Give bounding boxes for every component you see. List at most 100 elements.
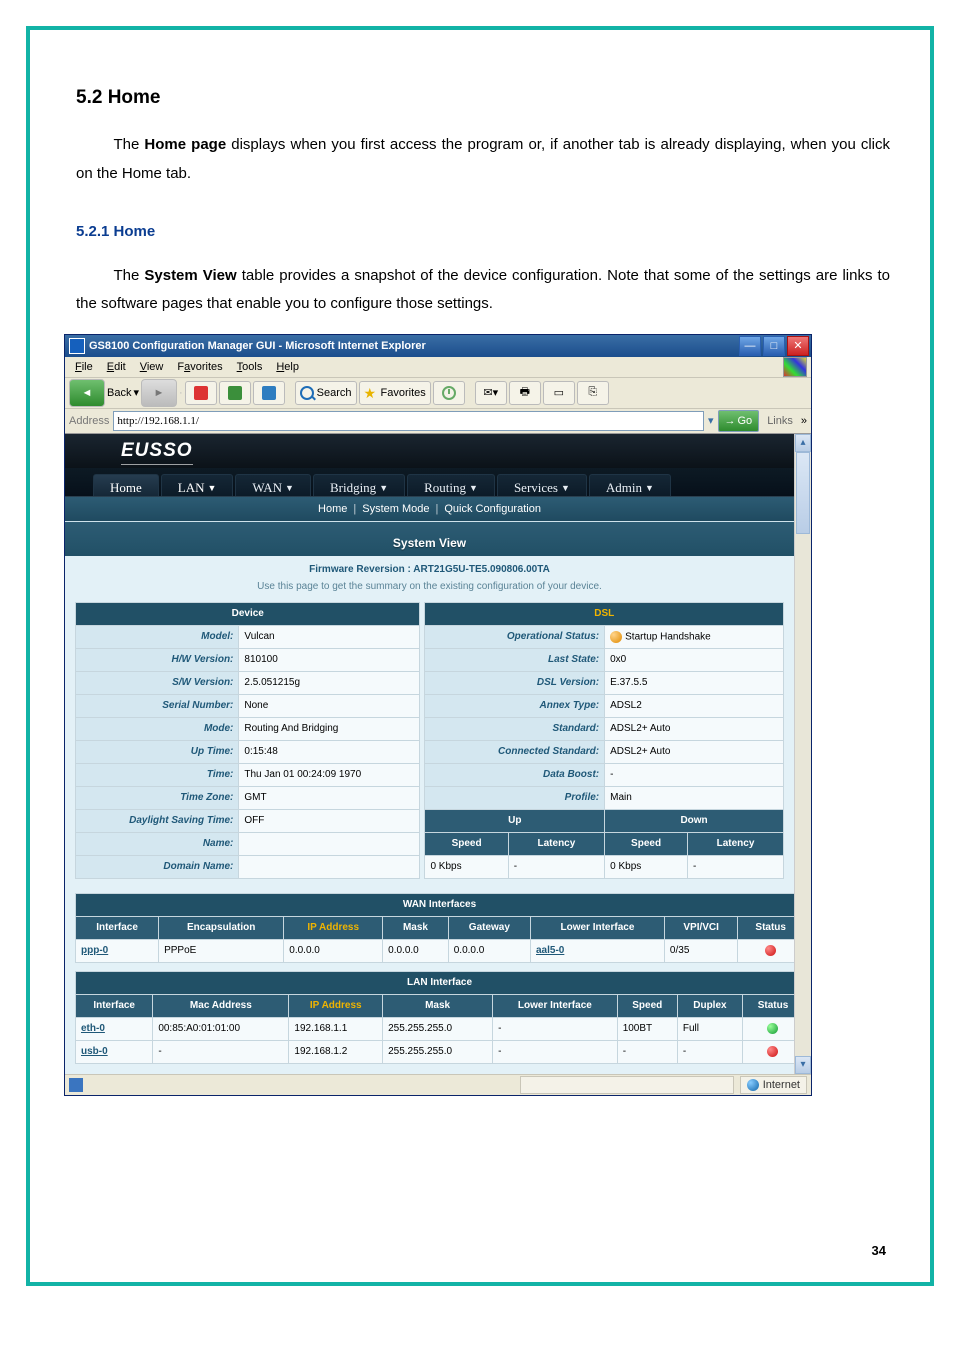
history-icon — [442, 386, 456, 400]
up-header: Up — [425, 809, 605, 832]
firmware-line: Firmware Reversion : ART21G5U-TE5.090806… — [65, 556, 794, 579]
main-tabs: Home LAN▼ WAN▼ Bridging▼ Routing▼ Servic… — [65, 468, 794, 497]
menu-favorites[interactable]: Favorites — [171, 360, 228, 374]
tab-lan[interactable]: LAN▼ — [161, 474, 234, 496]
table-row: 0 Kbps-0 Kbps- — [425, 855, 784, 878]
lan-usb-link[interactable]: usb-0 — [76, 1040, 153, 1063]
stop-button[interactable] — [185, 381, 217, 405]
search-button[interactable]: Search — [295, 381, 357, 405]
status-bar: Internet — [65, 1074, 811, 1095]
favorites-icon — [364, 386, 378, 400]
tab-admin[interactable]: Admin▼ — [589, 474, 671, 496]
table-row: Data Boost:- — [425, 763, 784, 786]
address-dropdown[interactable]: ▾ — [708, 414, 714, 427]
wan-iface-link[interactable]: ppp-0 — [76, 939, 159, 962]
scroll-down-button[interactable]: ▾ — [795, 1056, 811, 1074]
search-icon — [300, 386, 314, 400]
ie-screenshot: GS8100 Configuration Manager GUI - Micro… — [64, 334, 890, 1096]
table-row: Daylight Saving Time:OFF — [76, 809, 420, 832]
lan-table: LAN Interface Interface Mac Address IP A… — [75, 971, 804, 1064]
table-row: Time:Thu Jan 01 00:24:09 1970 — [76, 763, 420, 786]
table-row: Model:Vulcan — [76, 625, 420, 648]
vertical-scrollbar[interactable]: ▴ ▾ — [794, 434, 811, 1074]
menu-help[interactable]: Help — [270, 360, 305, 374]
go-button[interactable]: →Go — [718, 410, 760, 432]
address-label: Address — [69, 415, 109, 427]
stop-icon — [194, 386, 208, 400]
menu-view[interactable]: View — [134, 360, 170, 374]
close-button[interactable]: ✕ — [787, 336, 809, 356]
tab-routing[interactable]: Routing▼ — [407, 474, 495, 496]
sub-nav: Home | System Mode | Quick Configuration — [65, 497, 794, 521]
wan-header: WAN Interfaces — [76, 893, 804, 916]
lan-eth-link[interactable]: eth-0 — [76, 1017, 153, 1040]
history-button[interactable] — [433, 381, 465, 405]
table-row: Time Zone:GMT — [76, 786, 420, 809]
home-page-bold: Home page — [144, 136, 226, 153]
subsection-heading: 5.2.1 Home — [76, 218, 890, 247]
menu-bar: File Edit View Favorites Tools Help — [65, 357, 811, 378]
table-row: eth-0 00:85:A0:01:01:00 192.168.1.1 255.… — [76, 1017, 804, 1040]
toolbar: ◄ Back ▾ ► · Search Favorites ✉▾ 🖶 ▭ ⎘ — [65, 378, 811, 409]
discuss-button[interactable]: ⎘ — [577, 381, 609, 405]
minimize-button[interactable]: — — [739, 336, 761, 356]
tab-home[interactable]: Home — [93, 474, 159, 496]
status-green-icon — [767, 1023, 778, 1034]
system-view-title: System View — [65, 522, 794, 556]
scroll-up-button[interactable]: ▴ — [795, 434, 811, 452]
subnav-home[interactable]: Home — [318, 503, 347, 515]
table-row: Connected Standard:ADSL2+ Auto — [425, 740, 784, 763]
menu-tools[interactable]: Tools — [231, 360, 269, 374]
window-title: GS8100 Configuration Manager GUI - Micro… — [89, 340, 739, 352]
ie-icon — [69, 338, 85, 354]
page-number: 34 — [872, 1243, 886, 1258]
address-bar: Address ▾ →Go Links » — [65, 409, 811, 434]
maximize-button[interactable]: □ — [763, 336, 785, 356]
wan-lower-link[interactable]: aal5-0 — [530, 939, 664, 962]
table-row: Profile:Main — [425, 786, 784, 809]
lan-header: LAN Interface — [76, 971, 804, 994]
table-row: Up Time:0:15:48 — [76, 740, 420, 763]
menu-edit[interactable]: Edit — [101, 360, 132, 374]
mail-button[interactable]: ✉▾ — [475, 381, 507, 405]
print-button[interactable]: 🖶 — [509, 381, 541, 405]
dsl-header: DSL — [425, 602, 784, 625]
system-view-note: Use this page to get the summary on the … — [65, 579, 794, 602]
table-row: Domain Name: — [76, 855, 420, 878]
intro-para: The Home page displays when you first ac… — [76, 131, 890, 188]
status-ie-icon — [69, 1078, 83, 1092]
status-red-icon — [765, 945, 776, 956]
back-dd[interactable]: ▾ — [133, 386, 139, 399]
subnav-quick[interactable]: Quick Configuration — [444, 503, 541, 515]
wan-table: WAN Interfaces Interface Encapsulation I… — [75, 893, 804, 963]
page-viewport: EUSSO Home LAN▼ WAN▼ Bridging▼ Routing▼ … — [65, 434, 794, 1074]
menu-file[interactable]: File — [69, 360, 99, 374]
down-header: Down — [605, 809, 784, 832]
address-input[interactable] — [113, 411, 704, 431]
refresh-icon — [228, 386, 242, 400]
tab-services[interactable]: Services▼ — [497, 474, 587, 496]
tab-wan[interactable]: WAN▼ — [235, 474, 311, 496]
scroll-thumb[interactable] — [796, 452, 810, 534]
table-row: Name: — [76, 832, 420, 855]
links-label[interactable]: Links — [763, 415, 797, 427]
status-zone: Internet — [740, 1076, 807, 1094]
edit-button[interactable]: ▭ — [543, 381, 575, 405]
scroll-track[interactable] — [795, 534, 811, 1056]
back-label[interactable]: Back — [107, 387, 131, 399]
para1-pre: The — [114, 136, 145, 153]
favorites-button[interactable]: Favorites — [359, 381, 431, 405]
back-button[interactable]: ◄ — [69, 379, 105, 407]
globe-icon — [747, 1079, 759, 1091]
tab-bridging[interactable]: Bridging▼ — [313, 474, 405, 496]
table-row: Serial Number:None — [76, 694, 420, 717]
table-row: S/W Version:2.5.051215g — [76, 671, 420, 694]
subnav-mode[interactable]: System Mode — [362, 503, 429, 515]
table-row: Annex Type:ADSL2 — [425, 694, 784, 717]
refresh-button[interactable] — [219, 381, 251, 405]
links-chevron[interactable]: » — [801, 415, 807, 427]
brand-header: EUSSO — [65, 434, 794, 468]
forward-button[interactable]: ► — [141, 379, 177, 407]
status-red-icon — [767, 1046, 778, 1057]
home-button[interactable] — [253, 381, 285, 405]
